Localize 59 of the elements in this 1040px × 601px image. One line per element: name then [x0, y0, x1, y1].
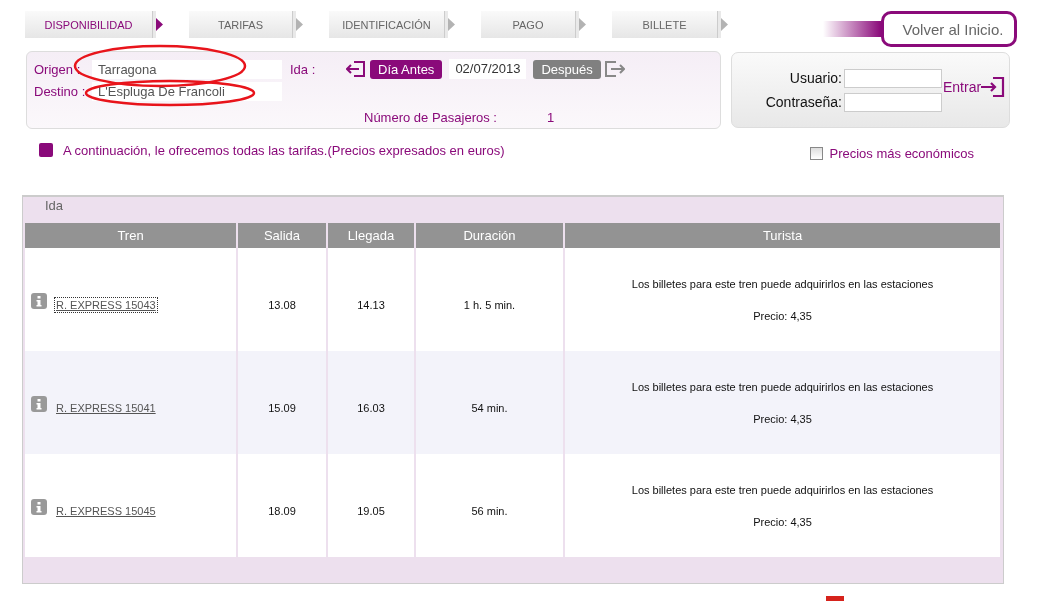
legend-square: [39, 143, 53, 157]
next-day-button[interactable]: Después: [533, 59, 601, 79]
step-tab[interactable]: DISPONIBILIDAD: [25, 11, 153, 38]
price-text: Precio: 4,35: [753, 412, 812, 425]
table-cell: 15.09: [268, 401, 296, 414]
train-link[interactable]: R. EXPRESS 15043: [55, 297, 157, 312]
login-button[interactable]: Entrar: [943, 77, 1006, 97]
date-field[interactable]: 02/07/2013: [449, 59, 527, 79]
notice-text: A continuación, le ofrecemos todas las tarifas.(Precios expresados en euros): [63, 142, 505, 158]
origin-label: Origen :: [34, 61, 82, 77]
enter-icon: [346, 60, 366, 78]
table-cell: 54 min.: [471, 401, 508, 414]
train-link[interactable]: R. EXPRESS 15041: [55, 400, 157, 415]
info-icon[interactable]: [31, 292, 47, 309]
username-field[interactable]: [844, 68, 942, 88]
outbound-label: Ida :: [290, 61, 317, 77]
passengers-label: Número de Pasajeros :: [364, 110, 497, 125]
step-tab[interactable]: PAGO: [481, 11, 576, 38]
step-tab[interactable]: TARIFAS: [189, 11, 293, 38]
table-cell: 16.03: [357, 401, 385, 414]
table-cell: 1 h. 5 min.: [463, 298, 516, 311]
table-cell: 14.13: [357, 298, 385, 311]
column-header: Salida: [238, 223, 326, 248]
arrow-icon: [293, 11, 305, 38]
home-button[interactable]: Volver al Inicio.: [881, 11, 1017, 47]
step-tab[interactable]: BILLETE: [612, 11, 718, 38]
step-tab[interactable]: IDENTIFICACIÓN: [329, 11, 445, 38]
info-icon[interactable]: [31, 498, 47, 515]
table-cell: 18.09: [268, 504, 296, 517]
table-cell: 19.05: [357, 504, 385, 517]
password-label: Contraseña:: [764, 94, 842, 110]
destination-label: Destino :: [34, 84, 87, 99]
origin-field[interactable]: Tarragona: [92, 59, 282, 79]
train-link[interactable]: R. EXPRESS 15045: [55, 503, 157, 518]
column-header: Tren: [25, 223, 236, 248]
section-title: Ida: [44, 197, 65, 215]
column-header: Llegada: [328, 223, 414, 248]
exit-icon: [604, 60, 625, 78]
previous-day-button[interactable]: Día Antes: [370, 59, 443, 79]
arrow-icon: [445, 11, 457, 38]
arrow-icon: [576, 11, 588, 38]
arrow-icon: [718, 11, 730, 38]
availability-message: Los billetes para este tren puede adquirirlos en las estaciones: [631, 277, 934, 290]
column-header: Duración: [416, 223, 563, 248]
price-text: Precio: 4,35: [753, 515, 812, 528]
checkbox[interactable]: [809, 147, 823, 160]
password-field[interactable]: [844, 92, 942, 112]
cheapest-prices-label[interactable]: Precios más económicos: [829, 146, 974, 161]
table-cell: 56 min.: [471, 504, 508, 517]
price-text: Precio: 4,35: [753, 309, 812, 322]
passengers-count: 1: [546, 110, 555, 125]
table-cell: 13.08: [268, 298, 296, 311]
arrow-icon: [153, 11, 165, 38]
availability-message: Los billetes para este tren puede adquirirlos en las estaciones: [631, 380, 934, 393]
info-icon[interactable]: [31, 395, 47, 412]
gradient-bar: [823, 21, 881, 37]
username-label: Usuario:: [788, 70, 842, 86]
column-header: Turista: [565, 223, 1000, 248]
availability-message: Los billetes para este tren puede adquirirlos en las estaciones: [631, 483, 934, 496]
